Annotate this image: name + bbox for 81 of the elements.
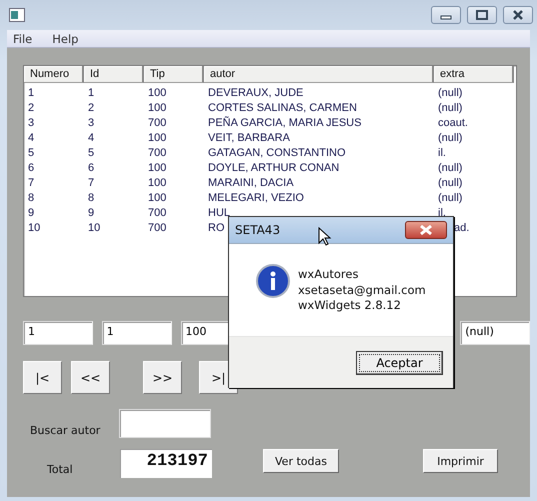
ok-button[interactable]: Aceptar	[356, 350, 443, 374]
table-cell-text: 100	[147, 86, 166, 100]
table-cell-text: MELEGARI, VEZIO	[207, 191, 304, 205]
table-cell-text: 100	[147, 176, 166, 190]
table-cell-text: 1	[27, 86, 34, 100]
input-field[interactable]: 1	[102, 321, 172, 345]
show-all-button[interactable]: Ver todas	[263, 449, 339, 473]
close-icon[interactable]	[405, 221, 447, 239]
table-cell-text: CORTES SALINAS, CARMEN	[207, 101, 357, 115]
table-cell-text: 10	[87, 221, 100, 235]
info-icon	[256, 264, 290, 298]
search-field[interactable]	[119, 408, 211, 438]
table-cell-text: 100	[147, 131, 166, 145]
table-cell-text: VEIT, BARBARA	[207, 131, 290, 145]
table-cell-text: HUL	[207, 206, 230, 220]
message-text: xsetaseta@gmail.com	[298, 282, 426, 298]
table-cell-text: MARAINI, DACIA	[207, 176, 294, 190]
nav-button[interactable]: >>	[143, 361, 182, 394]
search-label: Buscar autor	[30, 424, 102, 436]
table-cell-text: coaut.	[437, 116, 468, 130]
table-cell-text: 6	[87, 161, 94, 175]
column-header[interactable]: Numero	[24, 66, 84, 83]
table-cell-text: 100	[147, 161, 166, 175]
table-cell-text: ad.	[453, 221, 470, 235]
table-cell-text: 7	[27, 176, 34, 190]
table-cell-text: (null)	[437, 191, 462, 205]
nav-button[interactable]: |<	[23, 361, 62, 394]
app-icon	[9, 8, 25, 22]
message-text: wxAutores	[298, 267, 360, 282]
table-cell-text: 10	[27, 221, 40, 235]
column-header[interactable]: extra	[434, 66, 514, 83]
table-cell-text: 700	[147, 116, 166, 130]
column-header[interactable]: Id	[84, 66, 144, 83]
table-cell-text: 700	[147, 206, 166, 220]
table-cell-text: 2	[87, 101, 94, 115]
column-header[interactable]: Tip	[144, 66, 204, 83]
table-cell-text: 700	[147, 221, 166, 235]
table-cell-text: (null)	[437, 86, 462, 100]
table-cell-text: 8	[87, 191, 94, 205]
input-field[interactable]: 1	[23, 321, 93, 345]
maximize-icon[interactable]	[467, 6, 497, 24]
table-cell-text: 100	[147, 191, 166, 205]
table-cell-text: 2	[27, 101, 34, 115]
close-icon[interactable]	[503, 6, 533, 24]
table-cell-text: (null)	[437, 161, 462, 175]
table-cell-text: (null)	[437, 176, 462, 190]
table-cell-text: 3	[27, 116, 34, 130]
table-cell-text: 9	[27, 206, 34, 220]
table-cell-text: GATAGAN, CONSTANTINO	[207, 146, 346, 160]
table-cell-text: 3	[87, 116, 94, 130]
table-cell-text: PEÑA GARCIA, MARIA JESUS	[207, 115, 362, 130]
table-cell-text: 7	[87, 176, 94, 190]
table-cell-text: DEVERAUX, JUDE	[207, 86, 304, 100]
table-cell-text: 9	[87, 206, 94, 220]
table-cell-text: il.	[437, 146, 446, 160]
nav-button[interactable]: <<	[71, 361, 110, 394]
table-cell-text: 8	[27, 191, 34, 205]
menu-item[interactable]: Help	[52, 32, 78, 46]
input-field[interactable]: (null)	[460, 321, 530, 345]
table-cell-text: (null)	[437, 101, 462, 115]
table-cell-text: 4	[87, 131, 94, 145]
total-field: 213197	[120, 449, 212, 478]
cursor-icon	[318, 227, 332, 247]
total-label: Total	[47, 463, 74, 476]
table-cell-text: 5	[87, 146, 94, 160]
table-cell-text: il.	[437, 206, 446, 220]
message-text: wxWidgets 2.8.12	[298, 298, 402, 314]
table-cell-text: RO	[207, 221, 224, 235]
table-cell-text: 6	[27, 161, 34, 175]
table-cell-text: 100	[147, 101, 166, 115]
table-cell-text: 700	[147, 146, 166, 160]
table-cell-text: (null)	[437, 131, 462, 145]
table-cell-text: 4	[27, 131, 34, 145]
table-cell-text: 1	[87, 86, 94, 100]
column-header[interactable]: autor	[204, 66, 434, 83]
table-cell-text: DOYLE, ARTHUR CONAN	[207, 161, 340, 175]
minimize-icon[interactable]	[431, 6, 461, 24]
print-button[interactable]: Imprimir	[423, 449, 498, 473]
table-cell-text: 5	[27, 146, 34, 160]
menu-item[interactable]: File	[13, 32, 32, 46]
dialog-title: SETA43	[235, 223, 280, 237]
